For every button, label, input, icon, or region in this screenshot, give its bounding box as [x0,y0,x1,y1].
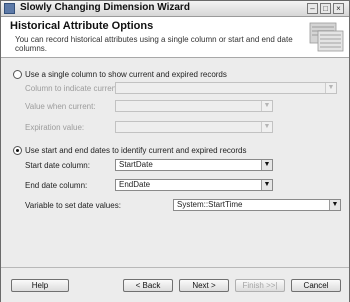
value-when-current-select[interactable]: ▼ [115,100,273,112]
end-date-column-value: EndDate [119,180,151,189]
wizard-footer: Help < Back Next > Finish >>| Cancel [1,267,349,302]
start-date-column-select[interactable]: StartDate ▼ [115,159,273,171]
expiration-value-label: Expiration value: [25,123,85,132]
back-button[interactable]: < Back [123,279,173,292]
current-record-column-select[interactable]: ▼ [115,82,337,94]
value-when-current-label: Value when current: [25,102,96,111]
single-column-option-label[interactable]: Use a single column to show current and … [25,70,227,79]
wizard-header: Historical Attribute Options You can rec… [1,17,349,58]
single-column-radio[interactable] [13,70,22,79]
expiration-value-select[interactable]: ▼ [115,121,273,133]
end-date-column-select[interactable]: EndDate ▼ [115,179,273,191]
close-icon[interactable]: × [333,3,344,14]
chevron-down-icon[interactable]: ▼ [261,122,272,132]
start-date-column-label: Start date column: [25,161,90,170]
next-button[interactable]: Next > [179,279,229,292]
page-title: Historical Attribute Options [10,20,154,32]
start-end-dates-radio[interactable] [13,146,22,155]
app-icon [4,3,15,14]
chevron-down-icon[interactable]: ▼ [261,160,272,170]
wizard-window: Slowly Changing Dimension Wizard – □ × H… [0,0,350,302]
start-end-dates-option-label[interactable]: Use start and end dates to identify curr… [25,146,246,155]
chevron-down-icon[interactable]: ▼ [329,200,340,210]
finish-button[interactable]: Finish >>| [235,279,285,292]
date-variable-label: Variable to set date values: [25,201,121,210]
chevron-down-icon[interactable]: ▼ [325,83,336,93]
window-title: Slowly Changing Dimension Wizard [20,2,190,13]
wizard-banner-icon [309,22,344,52]
chevron-down-icon[interactable]: ▼ [261,101,272,111]
end-date-column-label: End date column: [25,181,88,190]
page-description: You can record historical attributes usi… [15,35,293,53]
chevron-down-icon[interactable]: ▼ [261,180,272,190]
help-button[interactable]: Help [11,279,69,292]
cancel-button[interactable]: Cancel [291,279,341,292]
date-variable-value: System::StartTime [177,200,243,209]
date-variable-select[interactable]: System::StartTime ▼ [173,199,341,211]
maximize-icon[interactable]: □ [320,3,331,14]
title-bar[interactable]: Slowly Changing Dimension Wizard – □ × [1,1,349,17]
minimize-icon[interactable]: – [307,3,318,14]
start-date-column-value: StartDate [119,160,153,169]
